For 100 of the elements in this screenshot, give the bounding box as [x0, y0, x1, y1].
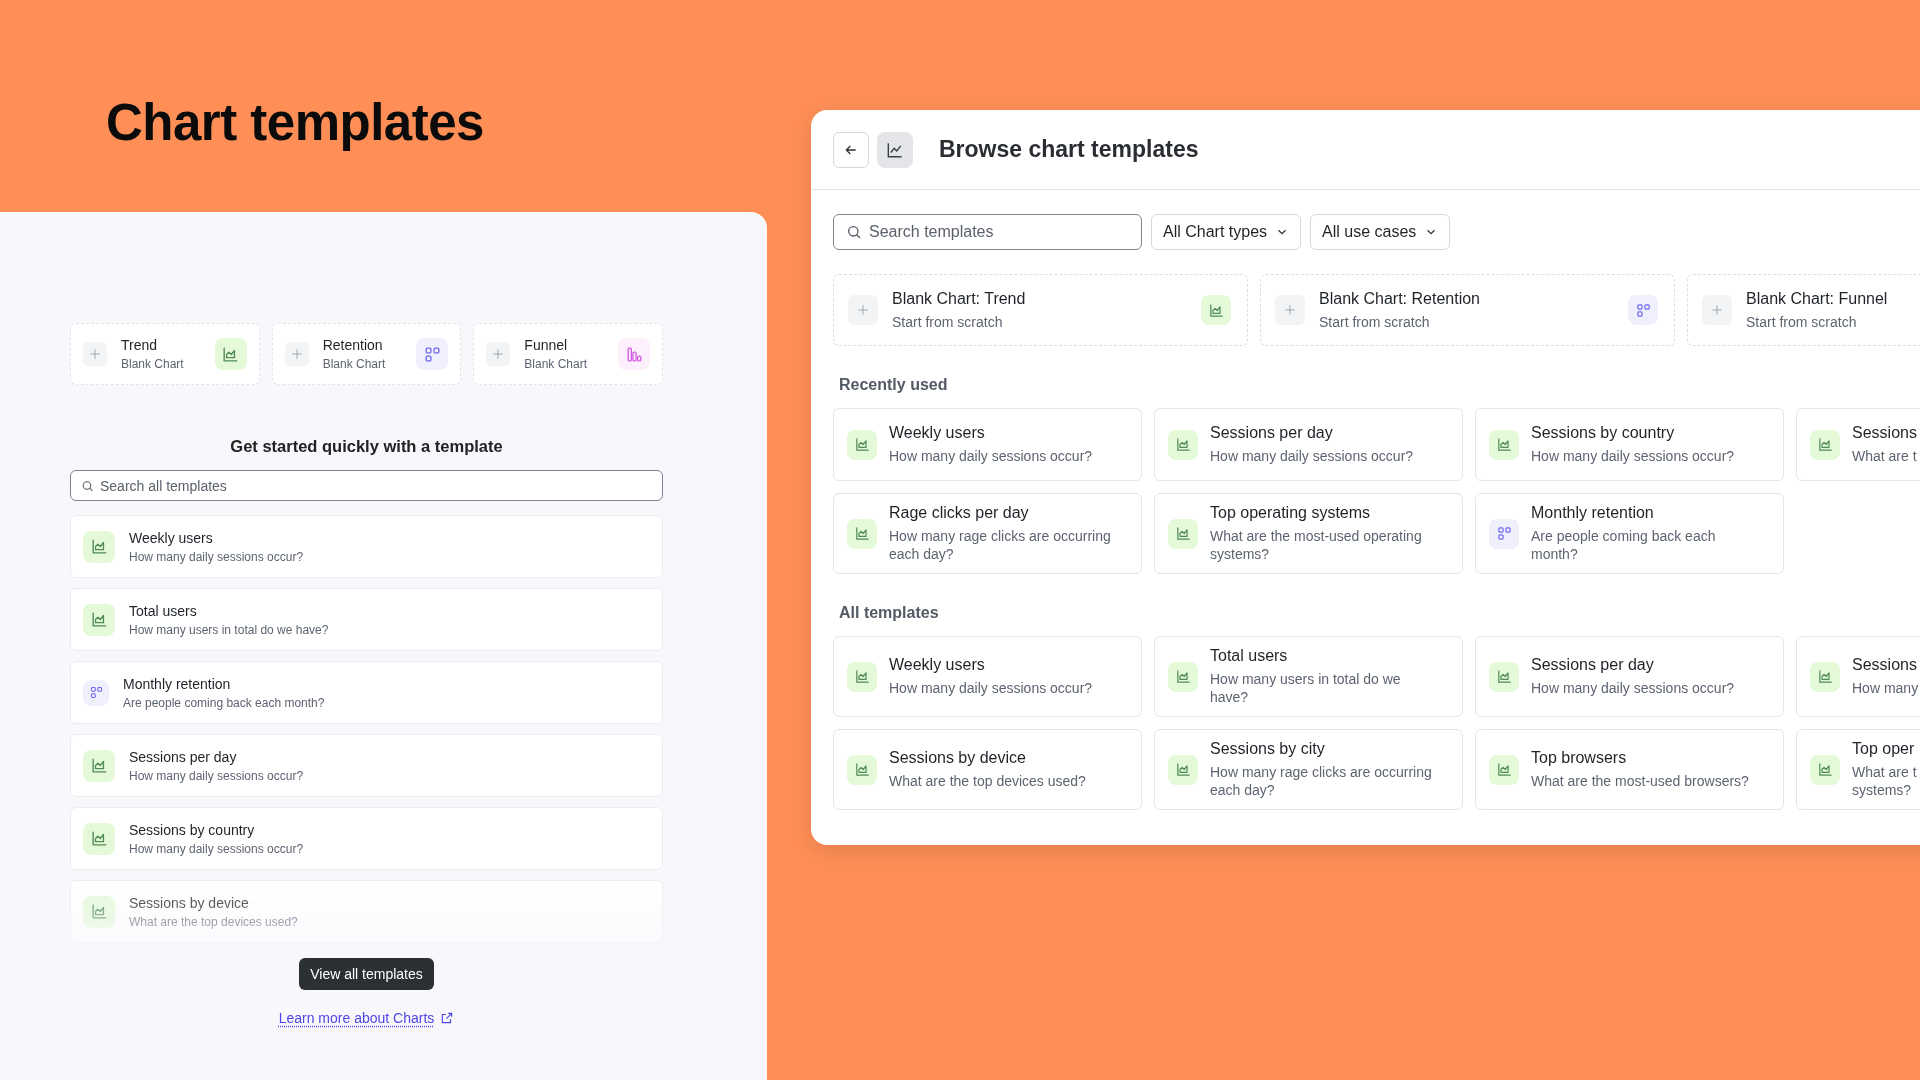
template-title: Sessions by device — [129, 894, 250, 911]
area-chart-icon — [1168, 429, 1198, 460]
template-description: How many rage clicks are occurring each day? — [1210, 763, 1433, 799]
back-button[interactable] — [833, 131, 869, 168]
template-title: Top browsers — [1531, 749, 1628, 767]
chart-type-subtitle: Start from scratch — [892, 312, 1004, 331]
template-card[interactable]: Weekly users How many daily sessions occur? — [833, 636, 1142, 717]
template-title: Total users — [129, 602, 198, 619]
template-description: What are the most-used browsers? — [1531, 772, 1750, 790]
template-card[interactable]: Sessions by device What are the top devices used? — [833, 729, 1142, 810]
chart-type-subtitle: Blank Chart — [322, 357, 387, 371]
chart-type-title: Blank Chart: Trend — [892, 289, 1027, 308]
template-card[interactable]: Sessions How many — [1796, 636, 1920, 717]
blank-chart-card[interactable]: Blank Chart: Trend Start from scratch — [833, 274, 1248, 346]
area-chart-icon — [1168, 661, 1198, 692]
template-card[interactable]: Sessions by device What are the top devices used? — [70, 880, 663, 943]
search-field[interactable]: Search templates — [833, 214, 1142, 250]
area-chart-icon — [83, 603, 115, 636]
area-chart-icon — [1489, 754, 1519, 785]
template-title: Weekly users — [889, 656, 986, 674]
template-card[interactable]: Rage clicks per day How many rage clicks are occurring each day? — [833, 493, 1142, 574]
chart-type-title: Funnel — [524, 337, 569, 353]
template-card[interactable]: Weekly users How many daily sessions occur? — [70, 515, 663, 578]
filter-dropdown[interactable]: All use cases — [1310, 214, 1451, 250]
template-card[interactable]: Monthly retention Are people coming back each month? — [1475, 493, 1784, 574]
area-chart-icon — [1168, 518, 1198, 549]
template-description: What are t systems? — [1852, 763, 1918, 799]
section-heading: Recently used — [839, 376, 949, 394]
area-chart-icon — [1168, 754, 1198, 785]
area-chart-icon — [847, 429, 877, 460]
template-title: Sessions per day — [1210, 424, 1334, 442]
bar-chart-icon — [618, 338, 650, 370]
area-chart-icon — [83, 749, 115, 782]
area-chart-icon — [1810, 754, 1840, 785]
template-card[interactable]: Sessions per day How many daily sessions occur? — [1154, 408, 1463, 481]
template-card[interactable]: Total users How many users in total do we have? — [1154, 636, 1463, 717]
area-chart-icon — [1489, 429, 1519, 460]
area-chart-icon — [83, 895, 115, 928]
template-card[interactable]: Sessions What are t — [1796, 408, 1920, 481]
area-chart-icon — [847, 754, 877, 785]
search-field[interactable]: Search all templates — [70, 470, 663, 501]
template-description: Are people coming back each month? — [123, 695, 326, 710]
chart-type-title: Trend — [121, 337, 159, 353]
area-chart-icon — [1489, 661, 1519, 692]
template-card[interactable]: Sessions per day How many daily sessions occur? — [1475, 636, 1784, 717]
blank-chart-card[interactable]: Trend Blank Chart — [70, 323, 260, 385]
chart-type-subtitle: Start from scratch — [1319, 312, 1431, 331]
template-description: Are people coming back each month? — [1531, 527, 1717, 563]
template-description: How many daily sessions occur? — [129, 841, 305, 856]
panel-title: Browse chart templates — [939, 136, 1199, 163]
template-title: Sessions — [1852, 424, 1918, 442]
template-card[interactable]: Monthly retention Are people coming back each month? — [70, 661, 663, 724]
area-chart-icon — [847, 661, 877, 692]
template-card[interactable]: Weekly users How many daily sessions occur? — [833, 408, 1142, 481]
blank-chart-card[interactable]: Retention Blank Chart — [271, 323, 462, 385]
chart-type-title: Blank Chart: Retention — [1319, 289, 1481, 308]
template-description: How many daily sessions occur? — [129, 549, 305, 564]
section-heading: All templates — [839, 604, 940, 622]
template-card[interactable]: Sessions per day How many daily sessions occur? — [70, 734, 663, 797]
plus-icon — [848, 295, 878, 325]
grid-icon — [1628, 295, 1658, 325]
chart-type-subtitle: Blank Chart — [524, 357, 589, 371]
template-description: How many daily sessions occur? — [1531, 679, 1736, 697]
view-all-button[interactable]: View all templates — [299, 958, 434, 990]
chart-type-subtitle: Start from scratch — [1746, 312, 1858, 331]
template-card[interactable]: Top browsers What are the most-used browsers? — [1475, 729, 1784, 810]
template-card[interactable]: Sessions by city How many rage clicks are occurring each day? — [1154, 729, 1463, 810]
learn-more-link[interactable]: Learn more about Charts — [278, 1010, 455, 1026]
template-description: How many — [1852, 679, 1920, 697]
plus-icon — [284, 342, 309, 366]
chart-type-title: Retention — [322, 337, 384, 353]
template-description: What are the most-used operating systems? — [1210, 527, 1423, 563]
area-chart-icon — [83, 822, 115, 855]
template-title: Sessions by device — [889, 749, 1027, 767]
grid-icon — [83, 679, 109, 706]
template-description: How many daily sessions occur? — [889, 679, 1094, 697]
template-description: What are the top devices used? — [889, 772, 1087, 790]
template-card[interactable]: Top operating systems What are the most-used operating systems? — [1154, 493, 1463, 574]
plus-icon — [83, 342, 107, 366]
template-title: Weekly users — [889, 424, 986, 442]
grid-icon — [416, 338, 449, 370]
section-heading: Get started quickly with a template — [229, 437, 504, 456]
template-description: How many daily sessions occur? — [889, 447, 1094, 465]
page-title: Chart templates — [105, 93, 485, 153]
template-title: Sessions — [1852, 656, 1918, 674]
blank-chart-card[interactable]: Blank Chart: Retention Start from scratch — [1260, 274, 1675, 346]
plus-icon — [1275, 295, 1305, 325]
template-card[interactable]: Sessions by country How many daily sessions occur? — [1475, 408, 1784, 481]
template-title: Sessions by city — [1210, 740, 1326, 758]
filter-dropdown[interactable]: All Chart types — [1151, 214, 1302, 250]
template-title: Sessions per day — [129, 748, 238, 765]
template-title: Total users — [1210, 647, 1289, 665]
grid-icon — [1489, 518, 1519, 549]
template-card[interactable]: Top oper What are t systems? — [1796, 729, 1920, 810]
template-card[interactable]: Sessions by country How many daily sessions occur? — [70, 807, 663, 870]
blank-chart-card[interactable]: Blank Chart: Funnel Start from scratch — [1687, 274, 1920, 346]
line-chart-icon — [877, 131, 913, 168]
template-card[interactable]: Total users How many users in total do we have? — [70, 588, 663, 651]
blank-chart-card[interactable]: Funnel Blank Chart — [473, 323, 663, 385]
template-title: Sessions per day — [1531, 656, 1655, 674]
